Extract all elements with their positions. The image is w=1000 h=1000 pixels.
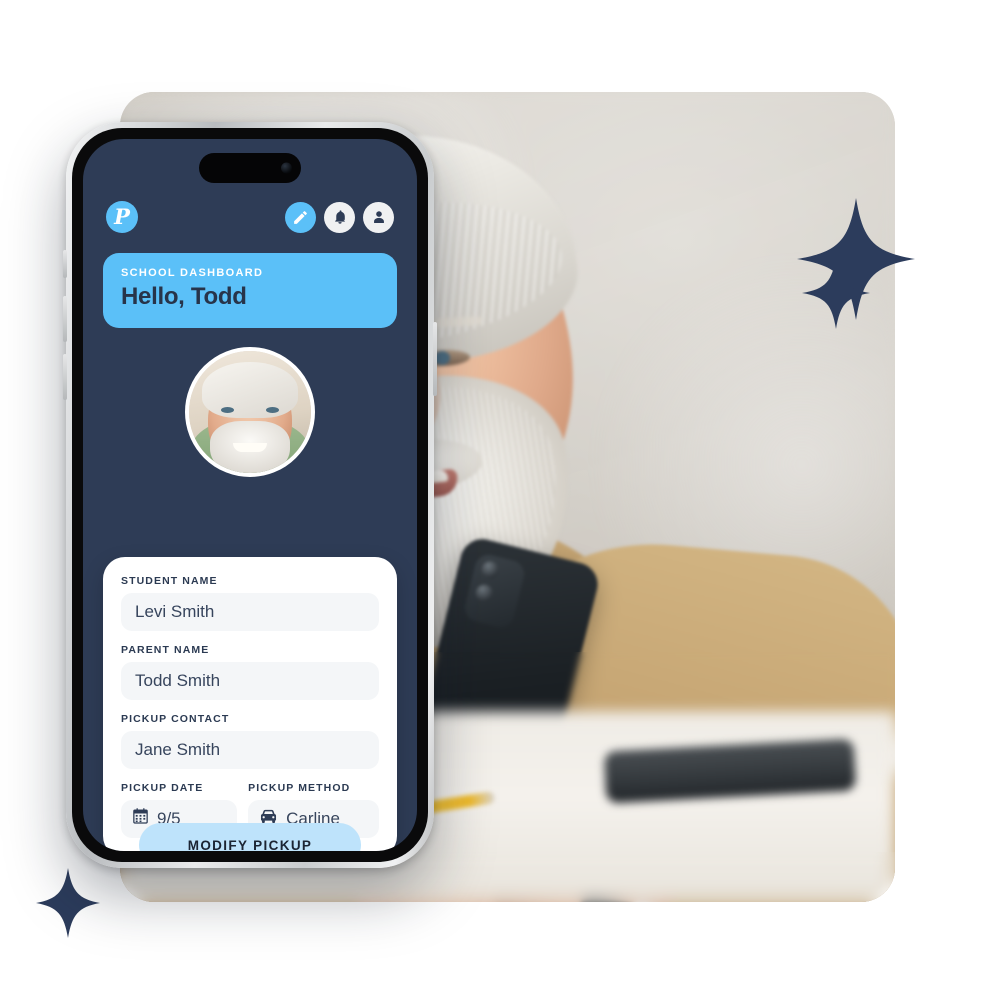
banner-kicker: SCHOOL DASHBOARD bbox=[121, 267, 264, 279]
phone-mockup: P SCHOOL DASHBOARD Hello, Todd STUDENT N… bbox=[63, 122, 437, 868]
account-icon[interactable] bbox=[363, 201, 394, 233]
app-topbar: P bbox=[106, 197, 394, 237]
sparkle-bottom-left bbox=[34, 866, 102, 940]
volume-up-button[interactable] bbox=[63, 296, 67, 342]
pickup-contact-label: PICKUP CONTACT bbox=[121, 713, 230, 725]
cta-wrapper: MODIFY PICKUP bbox=[103, 823, 397, 851]
silent-switch[interactable] bbox=[63, 250, 67, 278]
power-button[interactable] bbox=[433, 322, 437, 396]
parent-name-label: PARENT NAME bbox=[121, 644, 210, 656]
modify-pickup-button[interactable]: MODIFY PICKUP bbox=[139, 823, 361, 851]
phone-bezel: P SCHOOL DASHBOARD Hello, Todd STUDENT N… bbox=[72, 128, 428, 862]
pickup-method-label: PICKUP METHOD bbox=[248, 782, 351, 794]
photo-phone-camera bbox=[462, 551, 528, 631]
pikmykid-logo[interactable]: P bbox=[106, 201, 138, 233]
bell-icon[interactable] bbox=[324, 201, 355, 233]
banner-greeting: Hello, Todd bbox=[121, 283, 247, 310]
avatar-wrapper bbox=[103, 347, 397, 477]
pickup-date-label: PICKUP DATE bbox=[121, 782, 204, 794]
school-dashboard-banner: SCHOOL DASHBOARD Hello, Todd bbox=[103, 253, 397, 328]
volume-down-button[interactable] bbox=[63, 354, 67, 400]
parent-name-group: PARENT NAME Todd Smith bbox=[121, 644, 379, 700]
sparkle-small-top-right bbox=[800, 255, 872, 331]
pickup-details-card: STUDENT NAME Levi Smith PARENT NAME Todd… bbox=[103, 557, 397, 851]
avatar[interactable] bbox=[185, 347, 315, 477]
app-ui: P SCHOOL DASHBOARD Hello, Todd STUDENT N… bbox=[83, 139, 417, 851]
parent-name-input[interactable]: Todd Smith bbox=[121, 662, 379, 700]
student-name-input[interactable]: Levi Smith bbox=[121, 593, 379, 631]
screenshot-stage: P SCHOOL DASHBOARD Hello, Todd STUDENT N… bbox=[0, 0, 1000, 1000]
phone-screen: P SCHOOL DASHBOARD Hello, Todd STUDENT N… bbox=[83, 139, 417, 851]
dynamic-island bbox=[199, 153, 301, 183]
pickup-contact-group: PICKUP CONTACT Jane Smith bbox=[121, 713, 379, 769]
front-camera-icon bbox=[281, 162, 292, 174]
student-name-label: STUDENT NAME bbox=[121, 575, 218, 587]
topbar-actions bbox=[285, 201, 394, 233]
pickup-contact-input[interactable]: Jane Smith bbox=[121, 731, 379, 769]
student-name-group: STUDENT NAME Levi Smith bbox=[121, 575, 379, 631]
edit-icon[interactable] bbox=[285, 201, 316, 233]
